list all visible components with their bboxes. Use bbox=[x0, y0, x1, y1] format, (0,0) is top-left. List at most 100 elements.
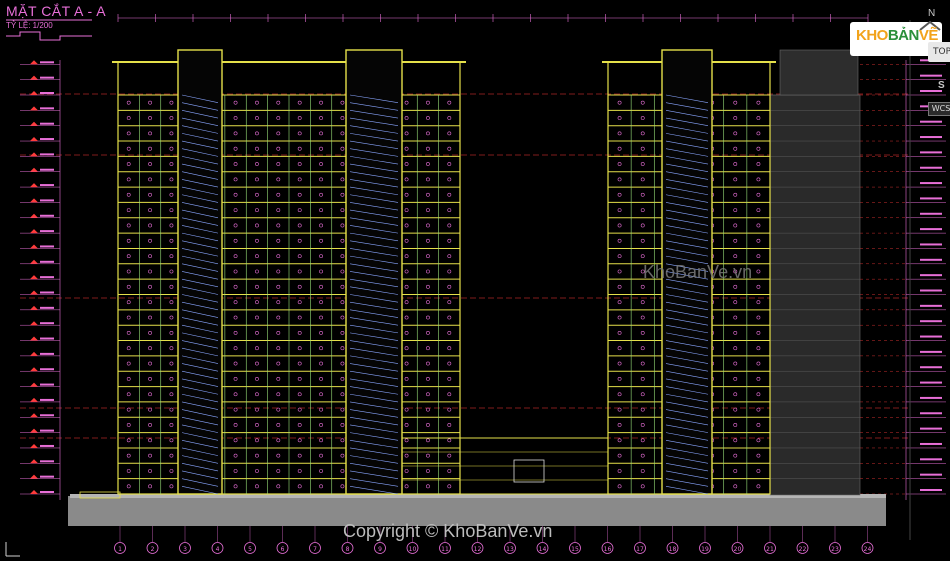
left-tower-room-marker bbox=[297, 361, 302, 366]
left-level-tag bbox=[40, 245, 54, 248]
svg-text:13: 13 bbox=[506, 546, 514, 553]
right-level-tag bbox=[920, 396, 942, 399]
left-level-arrow bbox=[30, 121, 38, 126]
left-level-tag bbox=[40, 153, 54, 156]
left-tower-room-marker bbox=[126, 346, 131, 351]
right-tower-room-marker bbox=[617, 269, 622, 274]
left-level-tag bbox=[40, 429, 54, 432]
left-tower-room-marker bbox=[340, 192, 345, 197]
left-tower-room-marker bbox=[340, 177, 345, 182]
left-tower-room-marker bbox=[426, 315, 430, 320]
left-tower-room-marker bbox=[447, 116, 452, 120]
left-tower-room-marker bbox=[148, 284, 152, 289]
right-tower-room-marker bbox=[640, 484, 645, 489]
right-tower-room-marker bbox=[640, 392, 645, 397]
left-tower-room-marker bbox=[447, 284, 452, 289]
right-tower-room-marker bbox=[756, 423, 761, 427]
left-tower-room-marker bbox=[447, 177, 452, 182]
left-level-arrow bbox=[30, 229, 38, 234]
wcs-menu[interactable]: WCS bbox=[928, 102, 950, 116]
left-tower-room-marker bbox=[297, 192, 302, 197]
left-tower-room-marker bbox=[233, 177, 238, 182]
left-tower-room-marker bbox=[447, 192, 452, 197]
left-tower-room-marker bbox=[169, 423, 174, 427]
right-tower-room-marker bbox=[640, 116, 645, 120]
left-tower-room-marker bbox=[319, 377, 323, 381]
left-tower-room-marker bbox=[148, 208, 152, 212]
right-level-tag bbox=[920, 120, 942, 123]
left-tower-room-marker bbox=[404, 361, 409, 366]
left-tower-room-marker bbox=[233, 407, 238, 412]
left-tower-room-marker bbox=[126, 407, 131, 412]
right-tower-room-marker bbox=[617, 423, 622, 427]
left-tower-room-marker bbox=[319, 300, 323, 305]
right-tower-room-marker bbox=[756, 192, 761, 197]
left-tower-room-marker bbox=[404, 423, 409, 427]
viewcube-north[interactable]: N bbox=[928, 8, 935, 19]
left-tower-room-marker bbox=[297, 146, 302, 151]
left-tower-room-marker bbox=[404, 392, 409, 397]
viewcube-south[interactable]: S bbox=[938, 80, 945, 91]
svg-text:11: 11 bbox=[441, 546, 449, 553]
right-tower-room-marker bbox=[756, 208, 761, 212]
svg-text:4: 4 bbox=[216, 546, 220, 553]
left-tower-room-marker bbox=[169, 269, 174, 274]
svg-text:10: 10 bbox=[409, 546, 417, 553]
left-tower-room-marker bbox=[255, 407, 259, 412]
left-tower-room-marker bbox=[148, 300, 152, 305]
right-tower-room-marker bbox=[756, 484, 761, 489]
left-tower-room-marker bbox=[447, 377, 452, 381]
right-tower-room-marker bbox=[756, 346, 761, 351]
right-tower-room-marker bbox=[640, 346, 645, 351]
left-level-arrow bbox=[30, 244, 38, 249]
left-tower-room-marker bbox=[276, 269, 281, 274]
right-level-tag bbox=[920, 289, 942, 292]
left-tower-room-marker bbox=[233, 423, 238, 427]
left-tower-room-marker bbox=[447, 100, 452, 105]
left-tower-room-marker bbox=[126, 453, 131, 458]
svg-text:7: 7 bbox=[313, 546, 317, 553]
right-tower-room-marker bbox=[733, 238, 738, 243]
grid-axis-bubble: 21 bbox=[764, 542, 776, 554]
left-tower-room-marker bbox=[148, 346, 152, 351]
right-tower-room-marker bbox=[756, 315, 761, 320]
left-tower-room-marker bbox=[404, 192, 409, 197]
right-tower-room-marker bbox=[640, 254, 645, 259]
left-level-tag bbox=[40, 491, 54, 493]
left-tower-room-marker bbox=[297, 484, 302, 489]
left-level-arrow bbox=[30, 152, 38, 157]
left-tower-room-marker bbox=[126, 238, 131, 243]
left-tower-room-marker bbox=[319, 116, 323, 120]
left-level-tag bbox=[40, 168, 54, 171]
left-tower-room-marker bbox=[319, 346, 323, 351]
left-level-arrow bbox=[30, 167, 38, 172]
left-level-tag bbox=[40, 76, 54, 79]
left-tower-room-marker bbox=[426, 484, 430, 489]
left-tower-room-marker bbox=[447, 300, 452, 305]
right-level-tag bbox=[920, 151, 942, 154]
right-tower-room-marker bbox=[733, 254, 738, 259]
left-tower-room-marker bbox=[447, 208, 452, 212]
left-tower-room-marker bbox=[297, 131, 302, 136]
left-tower-room-marker bbox=[126, 192, 131, 197]
left-tower-room-marker bbox=[255, 346, 259, 351]
cad-viewport[interactable]: 1 2 3 4 5 6 7 8 9 10 11 12 13 14 15 16 17 18 19 20 21 22 23 24 … bbox=[0, 0, 950, 561]
right-tower-room-marker bbox=[640, 469, 645, 473]
right-tower-room-marker bbox=[617, 407, 622, 412]
right-tower-room-marker bbox=[733, 438, 738, 443]
left-tower-room-marker bbox=[319, 469, 323, 473]
left-tower-room-marker bbox=[340, 423, 345, 427]
left-level-arrow bbox=[30, 336, 38, 341]
left-tower-room-marker bbox=[340, 315, 345, 320]
left-tower-room-marker bbox=[426, 116, 430, 120]
right-level-tag bbox=[920, 228, 942, 231]
left-tower-room-marker bbox=[233, 438, 238, 443]
left-tower-room-marker bbox=[340, 223, 345, 228]
left-level-arrow bbox=[30, 137, 38, 142]
left-tower-room-marker bbox=[276, 177, 281, 182]
left-tower-room-marker bbox=[447, 146, 452, 151]
right-tower-room-marker bbox=[733, 146, 738, 151]
left-tower-room-marker bbox=[426, 192, 430, 197]
left-level-tag bbox=[40, 475, 54, 478]
viewcube-top-face[interactable]: TOP bbox=[928, 42, 950, 62]
